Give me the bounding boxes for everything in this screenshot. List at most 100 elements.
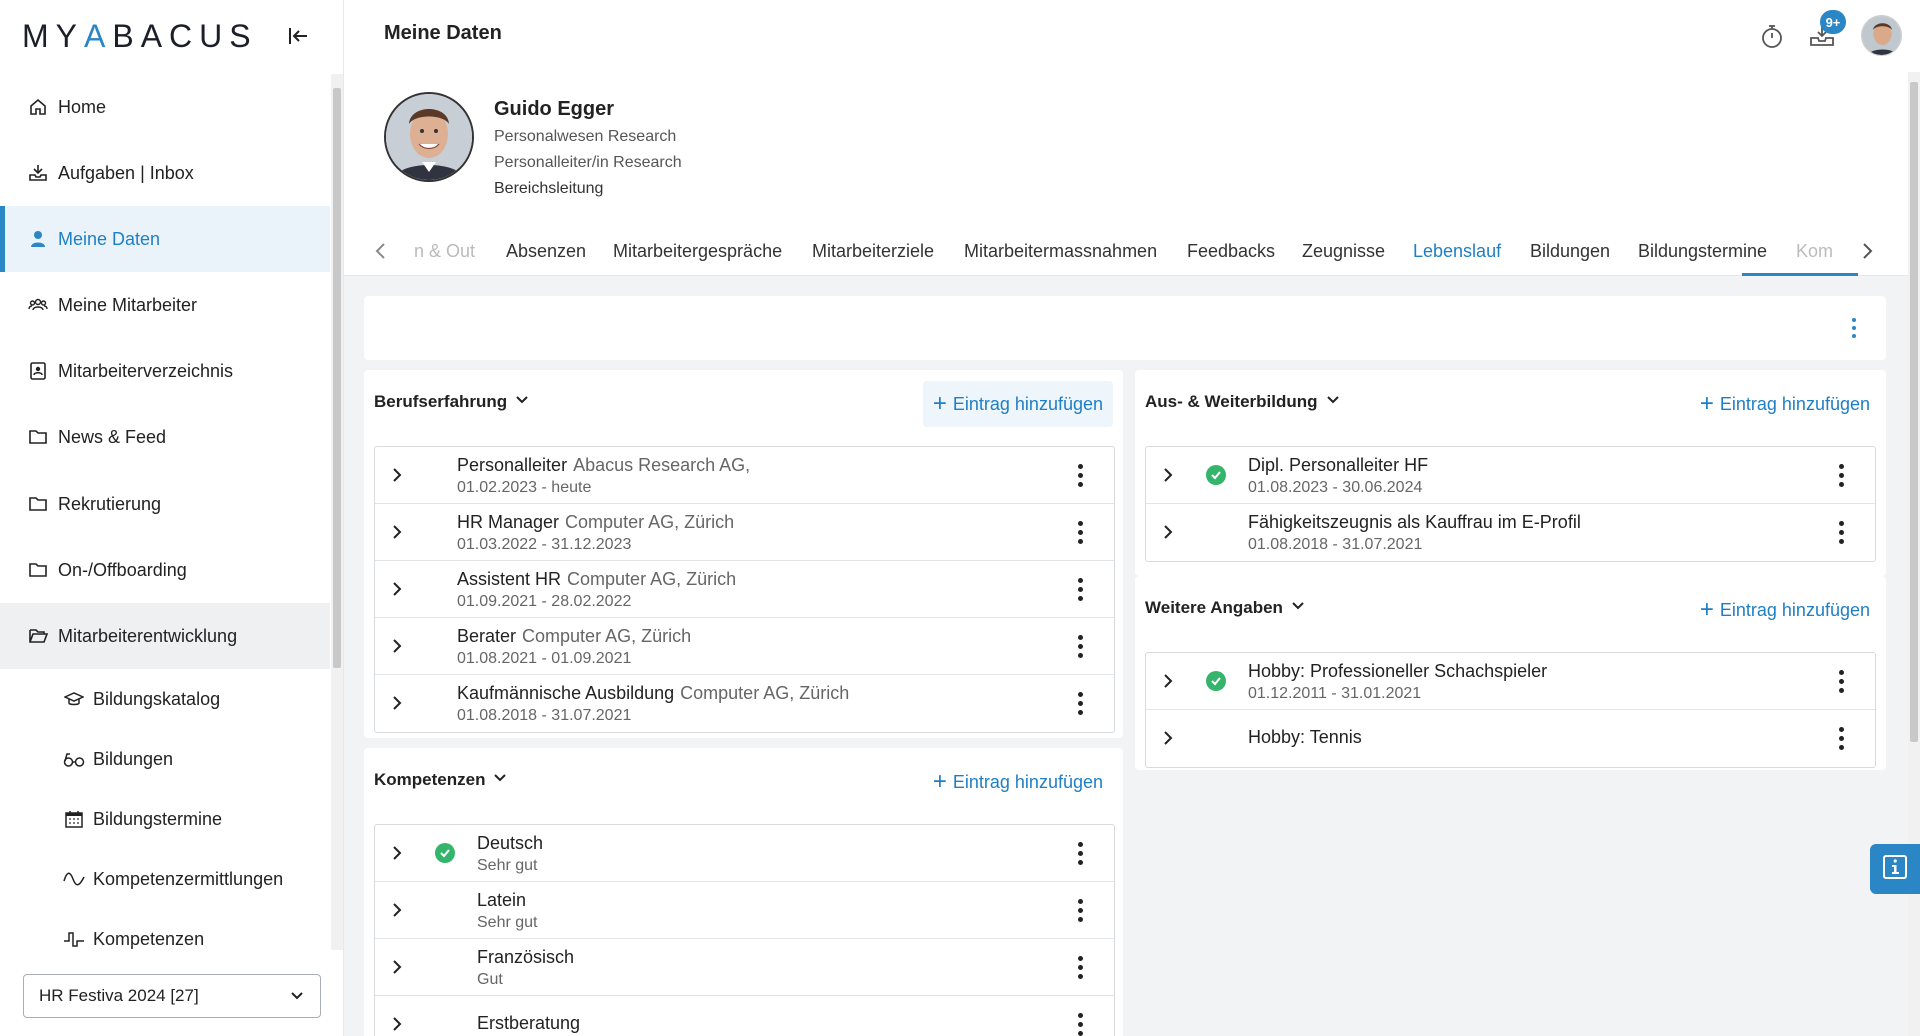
verified-check-icon [1206, 671, 1226, 691]
list-item[interactable]: Kaufmännische Ausbildung Computer AG, Zür… [375, 675, 1114, 732]
row-menu-icon[interactable] [1070, 952, 1090, 982]
wave-icon [63, 868, 85, 890]
sidebar-item-meine-mitarbeiter[interactable]: Meine Mitarbeiter [0, 272, 330, 338]
list-item[interactable]: Personalleiter Abacus Research AG, 01.02.… [375, 447, 1114, 504]
folder-icon [27, 559, 49, 581]
tab-zeugnisse[interactable]: Zeugnisse [1302, 226, 1385, 276]
section-title: Aus- & Weiterbildung [1145, 392, 1318, 411]
chevron-right-icon[interactable] [1154, 667, 1182, 695]
sidebar-subitem-kompetenzermittlungen[interactable]: Kompetenzermittlungen [0, 849, 330, 909]
tab-mitarbeitergespraeche[interactable]: Mitarbeitergespräche [613, 226, 782, 276]
list-item[interactable]: Latein Sehr gut [375, 882, 1114, 939]
chevron-right-icon[interactable] [1154, 724, 1182, 752]
chevron-right-icon[interactable] [383, 518, 411, 546]
user-avatar[interactable] [1861, 15, 1902, 56]
chevron-right-icon[interactable] [383, 1010, 411, 1036]
row-menu-icon[interactable] [1831, 723, 1851, 753]
myabacus-logo[interactable]: MY A BACUS [22, 16, 258, 56]
list-item[interactable]: Erstberatung [375, 996, 1114, 1036]
row-menu-icon[interactable] [1831, 666, 1851, 696]
list-item[interactable]: Hobby: Professioneller Schachspieler 01.… [1146, 653, 1875, 710]
list-item[interactable]: Hobby: Tennis [1146, 710, 1875, 767]
tab-kompetenzen[interactable]: Kom [1796, 226, 1833, 276]
sidebar-subitem-bildungstermine[interactable]: Bildungstermine [0, 789, 330, 849]
berufserfahrung-toggle[interactable]: Berufserfahrung [374, 392, 529, 412]
list-item[interactable]: Assistent HR Computer AG, Zürich 01.09.20… [375, 561, 1114, 618]
row-menu-icon[interactable] [1831, 460, 1851, 490]
list-item[interactable]: Französisch Gut [375, 939, 1114, 996]
active-tab-indicator [1742, 273, 1858, 276]
weitere-angaben-toggle[interactable]: Weitere Angaben [1145, 598, 1305, 618]
sidebar-item-mitarbeiterverzeichnis[interactable]: Mitarbeiterverzeichnis [0, 338, 330, 404]
list-item[interactable]: HR Manager Computer AG, Zürich 01.03.2022… [375, 504, 1114, 561]
education-title: Dipl. Personalleiter HF [1248, 455, 1429, 475]
add-berufserfahrung-button[interactable]: + Eintrag hinzufügen [922, 381, 1113, 427]
sidebar-subitem-bildungskatalog[interactable]: Bildungskatalog [0, 669, 330, 729]
education-title: Fähigkeitszeugnis als Kauffrau im E-Prof… [1248, 512, 1581, 532]
sidebar-subitem-kompetenzen[interactable]: Kompetenzen [0, 909, 330, 950]
sidebar-item-label: Rekrutierung [58, 493, 162, 514]
chevron-down-icon [515, 392, 529, 412]
tab-absenzen[interactable]: Absenzen [506, 226, 586, 276]
tab-bildungen[interactable]: Bildungen [1530, 226, 1610, 276]
sidebar-item-onboarding[interactable]: On-/Offboarding [0, 537, 330, 603]
row-menu-icon[interactable] [1070, 574, 1090, 604]
competence-level: Gut [477, 971, 503, 988]
chevron-right-icon[interactable] [383, 953, 411, 981]
sidebar-item-inbox[interactable]: Aufgaben | Inbox [0, 140, 330, 206]
tab-mitarbeitermassnahmen[interactable]: Mitarbeitermassnahmen [964, 226, 1157, 276]
info-button[interactable] [1870, 844, 1920, 894]
list-item[interactable]: Deutsch Sehr gut [375, 825, 1114, 882]
company: Abacus Research AG, [573, 455, 751, 475]
row-menu-icon[interactable] [1831, 517, 1851, 547]
sidebar-subitem-bildungen[interactable]: Bildungen [0, 729, 330, 789]
competence-name: Latein [477, 890, 527, 910]
row-menu-icon[interactable] [1070, 838, 1090, 868]
list-item[interactable]: Berater Computer AG, Zürich 01.08.2021 - … [375, 618, 1114, 675]
chevron-right-icon[interactable] [383, 575, 411, 603]
collapse-sidebar-icon[interactable] [280, 18, 316, 54]
tab-lebenslauf[interactable]: Lebenslauf [1413, 226, 1501, 276]
add-kompetenz-button[interactable]: + Eintrag hinzufügen [923, 759, 1113, 805]
sidebar-item-news-feed[interactable]: News & Feed [0, 404, 330, 470]
chevron-right-icon[interactable] [383, 839, 411, 867]
list-item[interactable]: Dipl. Personalleiter HF 01.08.2023 - 30.… [1146, 447, 1875, 504]
row-menu-icon[interactable] [1070, 631, 1090, 661]
tabs-scroll-right-icon[interactable] [1852, 236, 1882, 266]
chevron-right-icon[interactable] [383, 689, 411, 717]
tab-in-out[interactable]: n & Out [414, 226, 475, 276]
more-options-icon[interactable] [1842, 314, 1866, 342]
info-title: Hobby: Professioneller Schachspieler [1248, 661, 1548, 681]
add-weiterbildung-button[interactable]: + Eintrag hinzufügen [1690, 381, 1880, 427]
kompetenzen-toggle[interactable]: Kompetenzen [374, 770, 507, 790]
sidebar-item-rekrutierung[interactable]: Rekrutierung [0, 471, 330, 537]
add-weitere-angabe-button[interactable]: + Eintrag hinzufügen [1690, 587, 1880, 633]
job-title: Assistent HR [457, 569, 562, 589]
tab-bildungstermine[interactable]: Bildungstermine [1638, 226, 1767, 276]
contact-book-icon [27, 360, 49, 382]
row-menu-icon[interactable] [1070, 1009, 1090, 1036]
sidebar-item-meine-daten[interactable]: Meine Daten [0, 206, 330, 272]
competence-name: Französisch [477, 947, 575, 967]
tabs-scroll-left-icon[interactable] [366, 236, 396, 266]
row-menu-icon[interactable] [1070, 460, 1090, 490]
timer-icon[interactable] [1754, 18, 1790, 54]
row-menu-icon[interactable] [1070, 895, 1090, 925]
row-menu-icon[interactable] [1070, 688, 1090, 718]
tab-feedbacks[interactable]: Feedbacks [1187, 226, 1275, 276]
sidebar-item-mitarbeiterentwicklung[interactable]: Mitarbeiterentwicklung [0, 603, 330, 669]
weiterbildung-toggle[interactable]: Aus- & Weiterbildung [1145, 392, 1340, 412]
mandant-select[interactable]: HR Festiva 2024 [27] [23, 974, 321, 1018]
sidebar-item-home[interactable]: Home [0, 74, 330, 140]
tab-mitarbeiterziele[interactable]: Mitarbeiterziele [812, 226, 934, 276]
chevron-right-icon[interactable] [383, 896, 411, 924]
sidebar-item-label: News & Feed [58, 426, 167, 447]
chevron-right-icon[interactable] [383, 461, 411, 489]
chevron-right-icon[interactable] [1154, 518, 1182, 546]
list-item[interactable]: Fähigkeitszeugnis als Kauffrau im E-Prof… [1146, 504, 1875, 561]
date-range: 01.08.2018 - 31.07.2021 [1248, 536, 1423, 553]
chevron-right-icon[interactable] [1154, 461, 1182, 489]
row-menu-icon[interactable] [1070, 517, 1090, 547]
chevron-right-icon[interactable] [383, 632, 411, 660]
sidebar-scrollbar[interactable] [331, 74, 343, 950]
